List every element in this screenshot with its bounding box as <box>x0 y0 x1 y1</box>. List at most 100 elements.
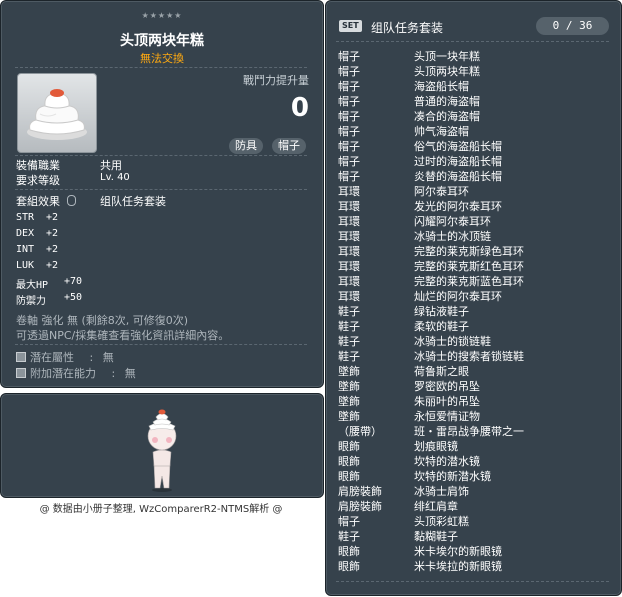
set-item-row: 眼飾 米卡埃尔的新眼镜 <box>338 544 524 559</box>
set-effect-label: 套組效果 <box>16 195 60 208</box>
set-item-slot: （腰帶） <box>338 425 382 438</box>
set-item-name: 班・雷昂战争腰带之一 <box>414 425 524 438</box>
set-item-row: 耳環 闪耀阿尔泰耳环 <box>338 214 524 229</box>
set-item-name: 凑合的海盗帽 <box>414 110 480 123</box>
stat-value: +2 <box>46 228 59 239</box>
set-item-row: 帽子 海盗船长帽 <box>338 79 524 94</box>
divider <box>336 41 609 42</box>
set-item-slot: 帽子 <box>338 80 360 93</box>
set-item-row: 帽子 普通的海盗帽 <box>338 94 524 109</box>
set-item-row: 鞋子 冰骑士的搜索者锁链鞋 <box>338 349 524 364</box>
set-item-row: 帽子 帅气海盗帽 <box>338 124 524 139</box>
set-item-slot: 眼飾 <box>338 545 360 558</box>
set-item-slot: 肩膀裝飾 <box>338 485 382 498</box>
set-item-name: 灿烂的阿尔泰耳环 <box>414 290 502 303</box>
character-avatar <box>147 409 177 492</box>
stat-str: STR +2 <box>16 212 58 223</box>
set-item-slot: 耳環 <box>338 260 360 273</box>
level-value: Lv. 40 <box>100 172 130 183</box>
set-item-name: 柔软的鞋子 <box>414 320 469 333</box>
tag-hat: 帽子 <box>272 138 306 154</box>
stat-dex: DEX +2 <box>16 228 58 239</box>
stat-value: +2 <box>46 260 59 271</box>
set-item-slot: 墜飾 <box>338 365 360 378</box>
set-item-slot: 耳環 <box>338 275 360 288</box>
level-label: 要求等级 <box>16 174 60 187</box>
set-item-row: 墜飾 永恒爱情证物 <box>338 409 524 424</box>
set-item-slot: 眼飾 <box>338 470 360 483</box>
set-item-name: 米卡埃尔的新眼镜 <box>414 545 502 558</box>
set-item-name: 荷鲁斯之眼 <box>414 365 469 378</box>
set-item-row: 耳環 发光的阿尔泰耳环 <box>338 199 524 214</box>
set-item-slot: 鞋子 <box>338 350 360 363</box>
set-item-row: 鞋子 黏糊鞋子 <box>338 529 524 544</box>
stat-name: LUK <box>16 260 35 271</box>
set-item-row: 耳環 阿尔泰耳环 <box>338 184 524 199</box>
potential-value: 無 <box>102 351 114 364</box>
mouse-icon <box>66 195 76 206</box>
set-item-row: 肩膀裝飾 绯红肩章 <box>338 499 524 514</box>
trade-restriction: 無法交換 <box>140 52 184 65</box>
set-item-name: 发光的阿尔泰耳环 <box>414 200 502 213</box>
set-item-row: 眼飾 划痕眼镜 <box>338 439 524 454</box>
set-item-name: 坎特的潜水镜 <box>414 455 480 468</box>
stat-name: INT <box>16 244 35 255</box>
stat-luk: LUK +2 <box>16 260 58 271</box>
set-item-name: 朱丽叶的吊坠 <box>414 395 480 408</box>
set-item-slot: 耳環 <box>338 245 360 258</box>
set-item-slot: 眼飾 <box>338 455 360 468</box>
set-item-row: 眼飾 米卡埃拉的新眼镜 <box>338 559 524 574</box>
set-item-name: 头顶两块年糕 <box>414 65 480 78</box>
bonus-potential-row: 附加潛在能力 : 無 <box>16 365 136 381</box>
set-item-row: （腰帶） 班・雷昂战争腰带之一 <box>338 424 524 439</box>
stat-max-hp: 最大HP +70 <box>16 276 82 291</box>
potential-row: 潛在屬性 : 無 <box>16 349 114 365</box>
set-item-row: 耳環 完整的莱克斯绿色耳环 <box>338 244 524 259</box>
set-count-badge: 0 / 36 <box>536 17 609 35</box>
stat-name: STR <box>16 212 35 223</box>
divider <box>15 189 307 190</box>
set-item-slot: 帽子 <box>338 65 360 78</box>
set-item-slot: 眼飾 <box>338 560 360 573</box>
set-item-name: 米卡埃拉的新眼镜 <box>414 560 502 573</box>
scroll-upgrade-note: 卷軸 強化 無 (剩餘8次, 可修復0次) <box>16 314 189 327</box>
set-item-row: 帽子 头顶两块年糕 <box>338 64 524 79</box>
set-item-name: 罗密欧的吊坠 <box>414 380 480 393</box>
set-item-name: 帅气海盗帽 <box>414 125 469 138</box>
potential-separator: : <box>89 351 94 364</box>
stat-value: +50 <box>64 292 83 303</box>
set-item-slot: 帽子 <box>338 140 360 153</box>
set-item-name: 阿尔泰耳环 <box>414 185 469 198</box>
item-tooltip-panel: ★★★★★ 头顶两块年糕 無法交換 戰鬥力提升量 0 防具 帽子 裝備職業 共用… <box>0 0 324 388</box>
stat-value: +2 <box>46 212 59 223</box>
star-force-stars: ★★★★★ <box>141 11 183 20</box>
set-item-slot: 帽子 <box>338 50 360 63</box>
set-item-slot: 耳環 <box>338 290 360 303</box>
set-item-name: 完整的莱克斯绿色耳环 <box>414 245 524 258</box>
item-icon <box>17 73 97 153</box>
job-row: 裝備職業 共用 <box>16 157 122 173</box>
set-item-row: 眼飾 坎特的新潜水镜 <box>338 469 524 484</box>
set-item-name: 过时的海盗船长帽 <box>414 155 502 168</box>
character-preview-panel <box>0 393 324 498</box>
set-item-slot: 帽子 <box>338 155 360 168</box>
set-item-slot: 耳環 <box>338 215 360 228</box>
stat-name: DEX <box>16 228 35 239</box>
set-item-row: 帽子 头顶一块年糕 <box>338 49 524 64</box>
set-item-row: 墜飾 罗密欧的吊坠 <box>338 379 524 394</box>
set-item-slot: 鞋子 <box>338 305 360 318</box>
set-item-row: 眼飾 坎特的潜水镜 <box>338 454 524 469</box>
set-items-panel: SET 组队任务套装 0 / 36 帽子 头顶一块年糕 帽子 头顶两块年糕 帽子 海盗船长… <box>325 0 622 596</box>
set-effect-value: 组队任务套装 <box>100 195 166 208</box>
set-item-name: 绿钻液鞋子 <box>414 305 469 318</box>
enhance-info-note: 可透過NPC/採集確查看強化資訊詳細內容。 <box>16 329 230 342</box>
set-item-row: 耳環 冰骑士的冰顶链 <box>338 229 524 244</box>
tag-armor: 防具 <box>229 138 263 154</box>
set-item-name: 炎替的海盗船长帽 <box>414 170 502 183</box>
set-item-slot: 帽子 <box>338 515 360 528</box>
set-item-name: 冰骑士肩饰 <box>414 485 469 498</box>
set-item-row: 墜飾 朱丽叶的吊坠 <box>338 394 524 409</box>
set-item-row: 肩膀裝飾 冰骑士肩饰 <box>338 484 524 499</box>
set-item-name: 俗气的海盗船长帽 <box>414 140 502 153</box>
set-effect-row: 套組效果 组队任务套装 <box>16 193 166 209</box>
